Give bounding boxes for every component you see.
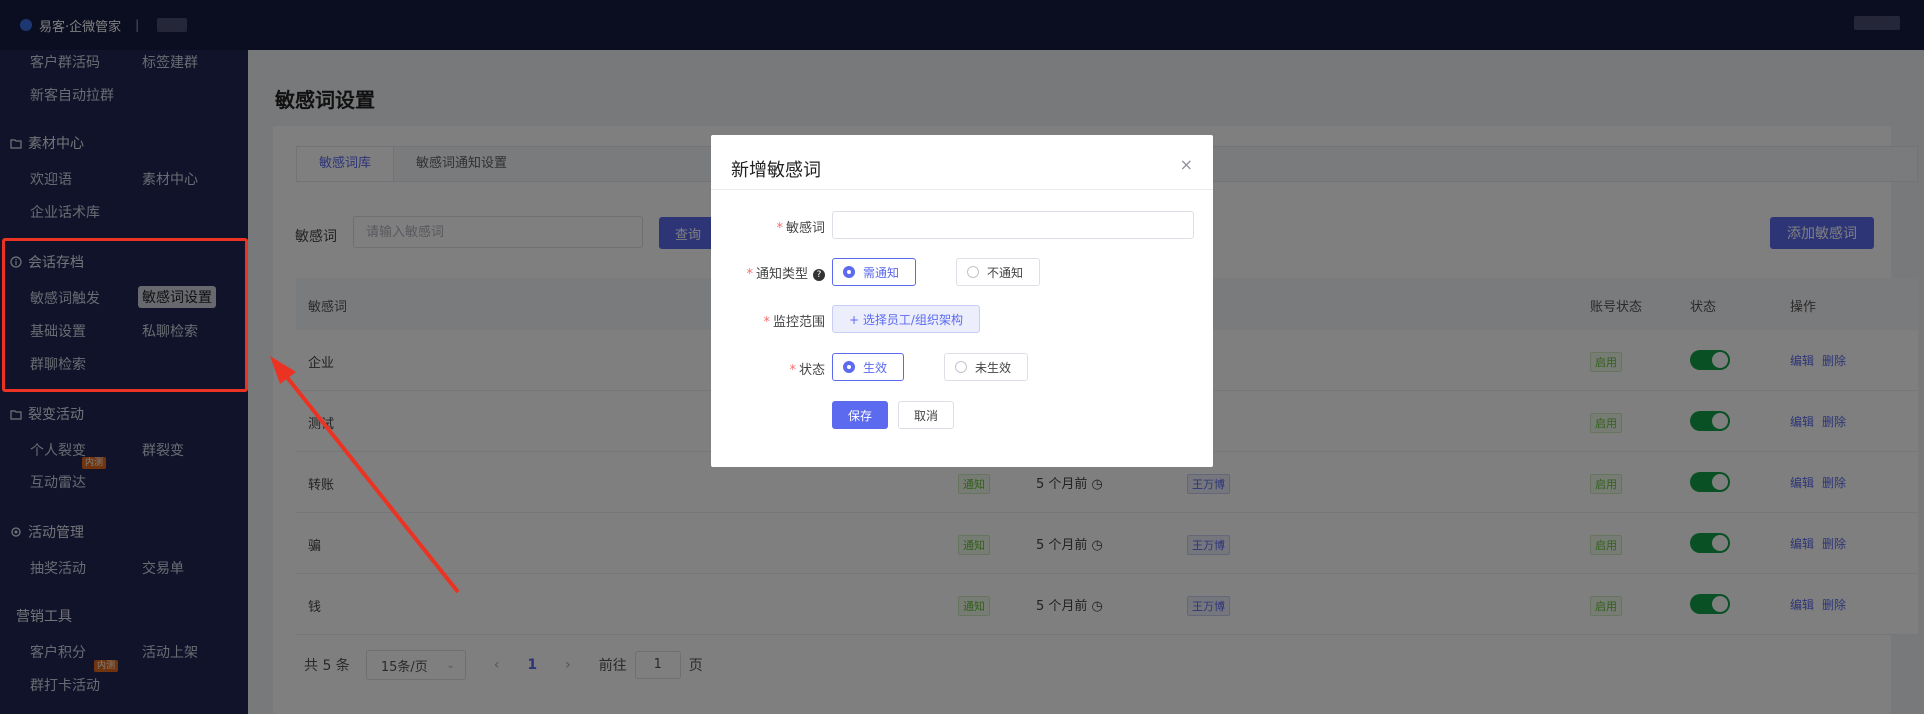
close-icon[interactable]: ×: [1180, 155, 1193, 174]
annotation-highlight-box: [2, 238, 248, 392]
radio-label: 不通知: [987, 265, 1024, 280]
radio-label: 生效: [863, 360, 888, 375]
add-sensitive-word-dialog: 新增敏感词 × * 敏感词 * 通知类型? 需通知 不通知 * 监控范围 + 选择员工…: [711, 135, 1213, 467]
radio-dot-icon: [955, 361, 967, 373]
cancel-button[interactable]: 取消: [898, 401, 954, 429]
radio-no-notify[interactable]: 不通知: [956, 258, 1040, 286]
radio-label: 未生效: [975, 360, 1012, 375]
select-staff-org-button[interactable]: + 选择员工/组织架构: [832, 305, 980, 333]
radio-label: 需通知: [863, 265, 900, 280]
radio-notify[interactable]: 需通知: [832, 258, 916, 286]
save-button[interactable]: 保存: [832, 401, 888, 429]
dialog-divider: [711, 189, 1213, 190]
radio-dot-icon: [843, 361, 855, 373]
label-text: 状态: [798, 363, 825, 378]
label-text: 敏感词: [785, 221, 825, 236]
label-text: 通知类型: [755, 267, 808, 282]
label-text: 监控范围: [772, 315, 825, 330]
sensitive-word-input[interactable]: [832, 211, 1194, 239]
help-icon[interactable]: ?: [813, 269, 825, 281]
scope-label: * 监控范围: [763, 315, 825, 330]
dialog-title: 新增敏感词: [731, 160, 821, 181]
radio-dot-icon: [967, 266, 979, 278]
word-label: * 敏感词: [776, 221, 825, 236]
radio-active[interactable]: 生效: [832, 353, 904, 381]
status-label: * 状态: [789, 363, 825, 378]
radio-dot-icon: [843, 266, 855, 278]
notify-type-label: * 通知类型?: [731, 263, 825, 282]
radio-inactive[interactable]: 未生效: [944, 353, 1028, 381]
